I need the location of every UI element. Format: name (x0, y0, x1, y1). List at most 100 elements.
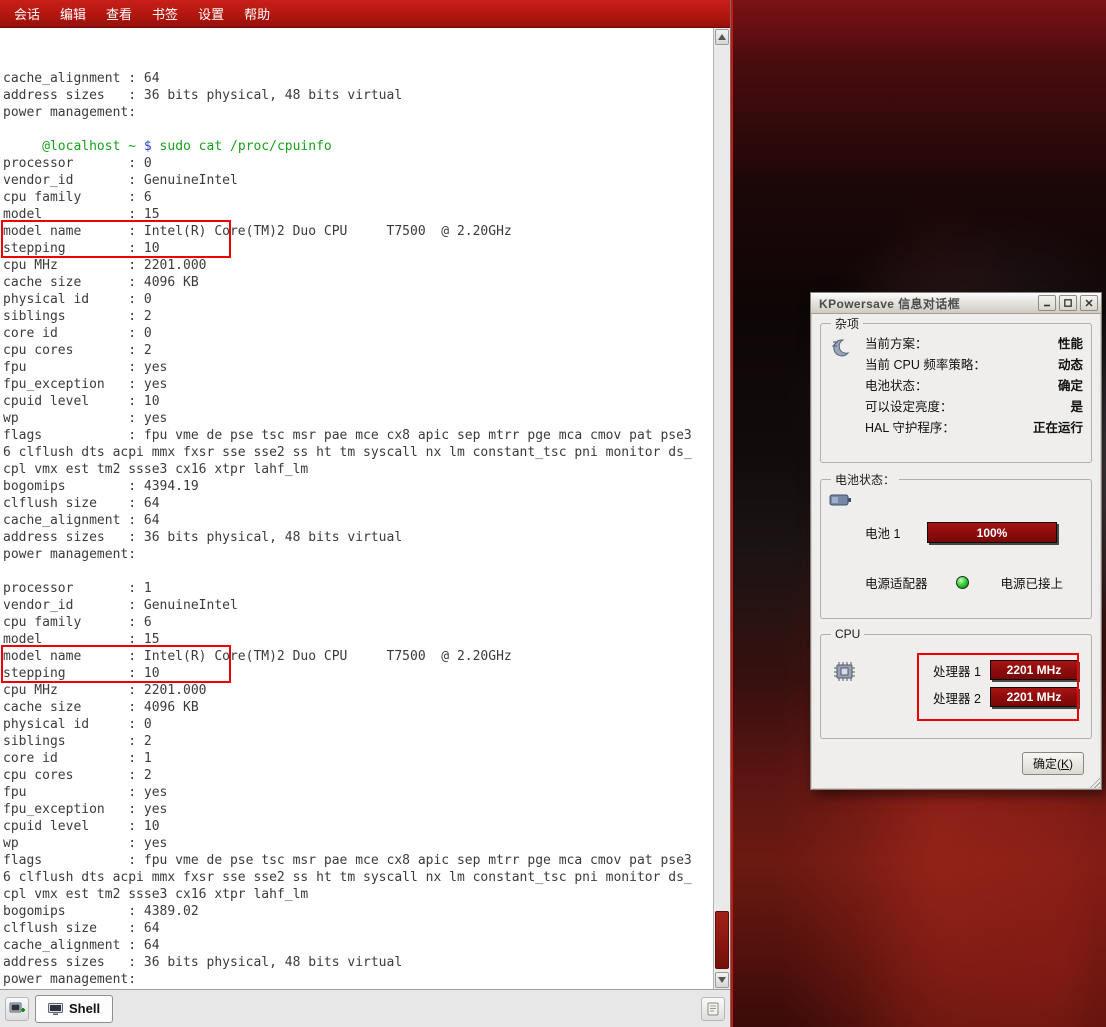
terminal-line-25: clflush size : 64 (3, 495, 709, 512)
terminal-line-37: cache size : 4096 KB (3, 699, 709, 716)
terminal-line-28: power management: (3, 546, 709, 563)
misc-row-value-0: 性能 (1058, 334, 1083, 355)
misc-group: 杂项 当前方案：性能当前 CPU 频率策略：动态电池状态：确定可以设定亮度：是H… (820, 315, 1092, 463)
terminal-line-53: power management: (3, 971, 709, 988)
battery-group-title: 电池状态： (831, 471, 899, 488)
misc-row-value-4: 正在运行 (1033, 418, 1083, 439)
dialog-titlebar[interactable]: KPowersave 信息对话框 (811, 293, 1101, 314)
battery-progressbar: 100% (927, 522, 1057, 543)
misc-rows: 当前方案：性能当前 CPU 频率策略：动态电池状态：确定可以设定亮度：是HAL … (865, 334, 1083, 439)
terminal-line-42: fpu : yes (3, 784, 709, 801)
terminal-line-47: 6 clflush dts acpi mmx fxsr sse sse2 ss … (3, 869, 709, 886)
close-button[interactable] (1080, 295, 1098, 311)
menu-item-2[interactable]: 查看 (96, 0, 142, 27)
terminal-line-31: vendor_id : GenuineIntel (3, 597, 709, 614)
misc-row-label-0: 当前方案： (865, 334, 1058, 355)
terminal-line-33: model : 15 (3, 631, 709, 648)
adapter-label: 电源适配器 (865, 573, 928, 592)
session-list-button[interactable] (701, 997, 725, 1021)
terminal-line-26: cache_alignment : 64 (3, 512, 709, 529)
terminal-line-23: cpl vmx est tm2 ssse3 cx16 xtpr lahf_lm (3, 461, 709, 478)
terminal-line-6: vendor_id : GenuineIntel (3, 172, 709, 189)
terminal-line-43: fpu_exception : yes (3, 801, 709, 818)
minimize-button[interactable] (1038, 295, 1056, 311)
terminal-icon (48, 1003, 63, 1015)
terminal-line-24: bogomips : 4394.19 (3, 478, 709, 495)
misc-row-1: 当前 CPU 频率策略：动态 (865, 355, 1083, 376)
cpu-chip-icon (833, 661, 857, 688)
terminal-line-51: cache_alignment : 64 (3, 937, 709, 954)
misc-row-label-4: HAL 守护程序： (865, 418, 1033, 439)
close-icon (1084, 298, 1094, 308)
suspend-moon-icon (829, 334, 865, 439)
terminal-line-39: siblings : 2 (3, 733, 709, 750)
terminal-line-27: address sizes : 36 bits physical, 48 bit… (3, 529, 709, 546)
terminal-line-40: core id : 1 (3, 750, 709, 767)
terminal-line-45: wp : yes (3, 835, 709, 852)
terminal-line-50: clflush size : 64 (3, 920, 709, 937)
maximize-button[interactable] (1059, 295, 1077, 311)
terminal-line-2: power management: (3, 104, 709, 121)
cpu-frequency-bar-0: 2201 MHz (990, 660, 1078, 680)
cpu-row-label-1: 处理器 2 (933, 688, 983, 707)
terminal-viewport[interactable]: cache_alignment : 64address sizes : 36 b… (0, 28, 713, 989)
menu-item-0[interactable]: 会话 (4, 0, 50, 27)
session-tabbar: Shell (0, 989, 730, 1027)
terminal-line-9: model name : Intel(R) Core(TM)2 Duo CPU … (3, 223, 709, 240)
terminal-line-46: flags : fpu vme de pse tsc msr pae mce c… (3, 852, 709, 869)
terminal-line-14: siblings : 2 (3, 308, 709, 325)
terminal-line-7: cpu family : 6 (3, 189, 709, 206)
terminal-line-48: cpl vmx est tm2 ssse3 cx16 xtpr lahf_lm (3, 886, 709, 903)
dialog-title: KPowersave 信息对话框 (819, 295, 1035, 312)
terminal-line-35: stepping : 10 (3, 665, 709, 682)
menu-item-5[interactable]: 帮助 (234, 0, 280, 27)
tab-shell[interactable]: Shell (35, 995, 113, 1023)
ok-button[interactable]: 确定(K) (1022, 752, 1084, 775)
terminal-line-15: core id : 0 (3, 325, 709, 342)
battery-row: 电池 1 100% (865, 522, 1083, 543)
menu-item-1[interactable]: 编辑 (50, 0, 96, 27)
misc-row-3: 可以设定亮度：是 (865, 397, 1083, 418)
terminal-line-29 (3, 563, 709, 580)
misc-row-0: 当前方案：性能 (865, 334, 1083, 355)
adapter-led-icon (956, 576, 969, 589)
battery-label: 电池 1 (865, 523, 927, 542)
terminal-line-30: processor : 1 (3, 580, 709, 597)
terminal-line-34: model name : Intel(R) Core(TM)2 Duo CPU … (3, 648, 709, 665)
terminal-line-44: cpuid level : 10 (3, 818, 709, 835)
terminal-line-12: cache size : 4096 KB (3, 274, 709, 291)
arrow-up-icon (718, 34, 726, 40)
misc-row-value-2: 确定 (1058, 376, 1083, 397)
scrollbar-up-button[interactable] (715, 29, 729, 45)
misc-row-value-1: 动态 (1058, 355, 1083, 376)
terminal-scrollbar[interactable] (713, 28, 730, 989)
terminal-line-36: cpu MHz : 2201.000 (3, 682, 709, 699)
menubar-items: 会话编辑查看书签设置帮助 (0, 0, 730, 28)
maximize-icon (1063, 298, 1073, 308)
adapter-status: 电源已接上 (1001, 573, 1064, 592)
misc-row-label-3: 可以设定亮度： (865, 397, 1070, 418)
cpu-row-1: 处理器 22201 MHz (933, 687, 1083, 707)
terminal-line-16: cpu cores : 2 (3, 342, 709, 359)
tab-label: Shell (69, 1001, 100, 1016)
dialog-body: 杂项 当前方案：性能当前 CPU 频率策略：动态电池状态：确定可以设定亮度：是H… (820, 315, 1092, 781)
scrollbar-thumb[interactable] (715, 911, 729, 969)
ok-label-suffix: ) (1069, 757, 1073, 771)
new-session-button[interactable] (5, 997, 29, 1021)
cpu-group-title: CPU (831, 627, 864, 641)
kpowersave-dialog: KPowersave 信息对话框 杂项 当前方案：性能当前 CPU 频率策略：动… (810, 292, 1102, 790)
menu-item-4[interactable]: 设置 (188, 0, 234, 27)
misc-row-label-2: 电池状态： (865, 376, 1058, 397)
terminal-line-0: cache_alignment : 64 (3, 70, 709, 87)
terminal-line-41: cpu cores : 2 (3, 767, 709, 784)
terminal-line-4: @localhost ~ $ sudo cat /proc/cpuinfo (3, 138, 709, 155)
terminal-line-38: physical id : 0 (3, 716, 709, 733)
minimize-icon (1042, 298, 1052, 308)
new-session-icon (9, 1002, 25, 1016)
menu-item-3[interactable]: 书签 (142, 0, 188, 27)
terminal-line-18: fpu_exception : yes (3, 376, 709, 393)
scrollbar-down-button[interactable] (715, 972, 729, 988)
terminal-line-17: fpu : yes (3, 359, 709, 376)
misc-row-4: HAL 守护程序：正在运行 (865, 418, 1083, 439)
cpu-row-0: 处理器 12201 MHz (933, 660, 1083, 680)
